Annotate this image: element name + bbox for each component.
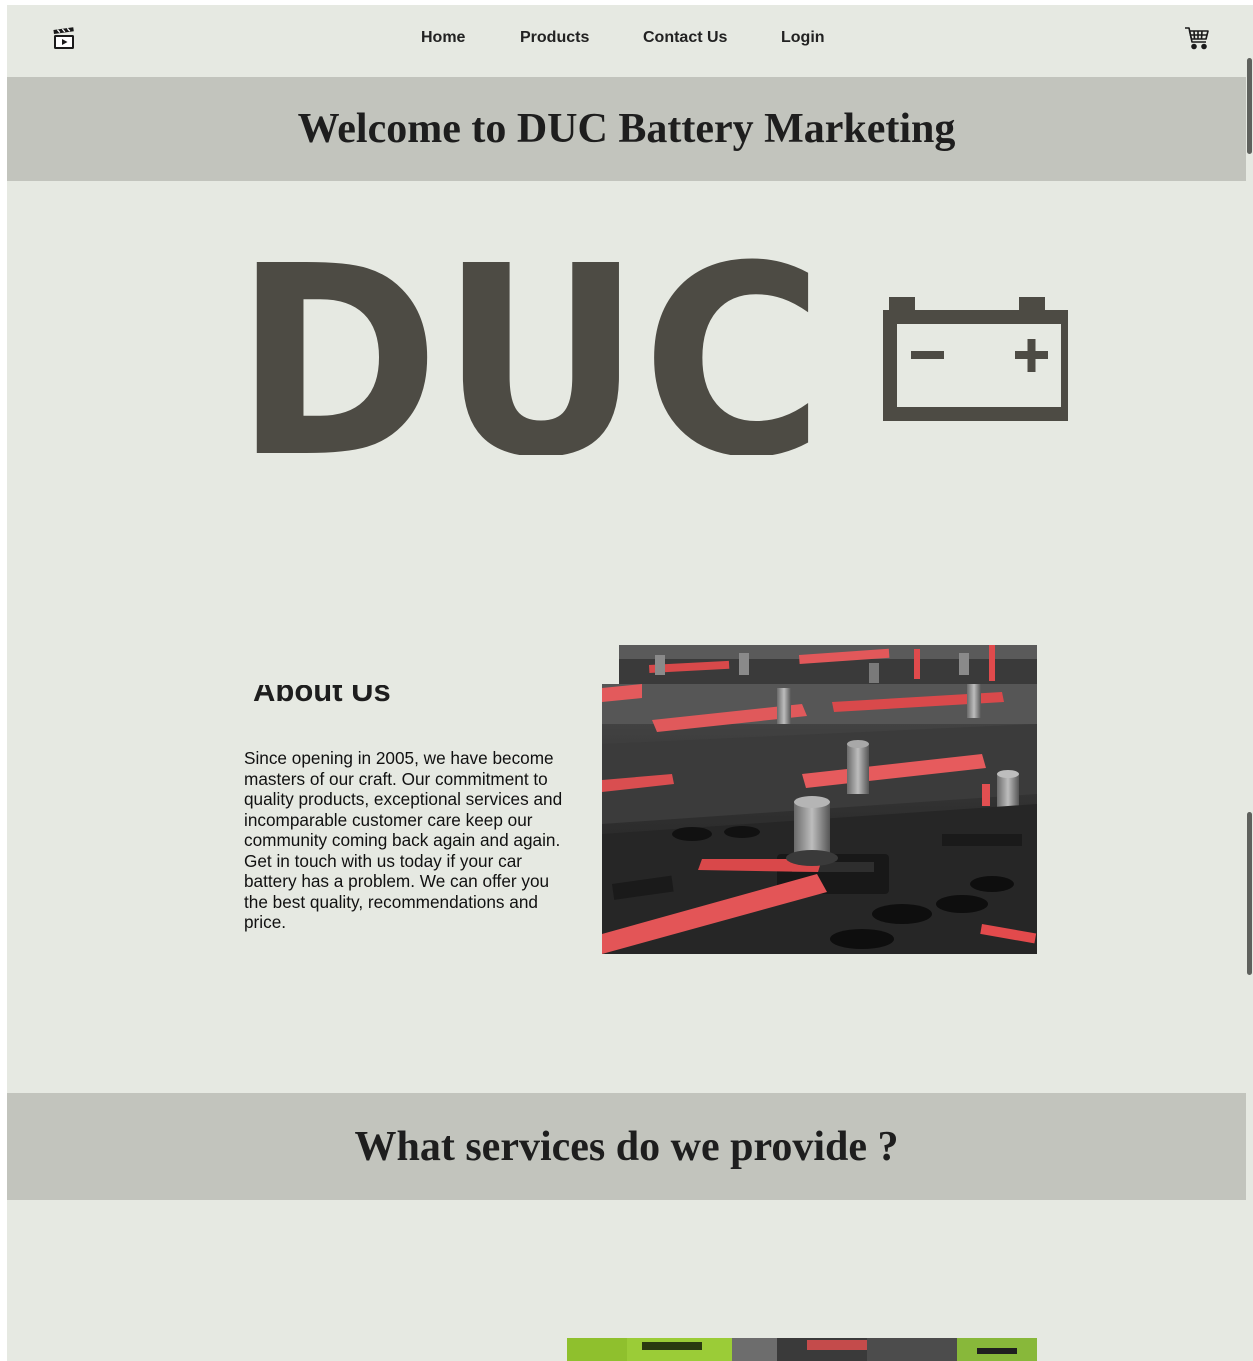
scrollbar-track[interactable]	[1246, 5, 1253, 1361]
scrollbar-thumb-secondary[interactable]	[1247, 812, 1252, 975]
battery-photo-background	[619, 645, 1037, 689]
battery-photo	[602, 684, 1037, 954]
welcome-banner: Welcome to DUC Battery Marketing	[7, 77, 1246, 181]
services-banner: What services do we provide ?	[7, 1093, 1246, 1200]
battery-shelf-photo	[567, 1338, 1037, 1361]
nav-contact-link[interactable]: Contact Us	[643, 29, 727, 47]
battery-icon	[883, 297, 1068, 421]
page: Home Products Contact Us Login Welcome t…	[7, 5, 1246, 1361]
shopping-cart-icon[interactable]	[1183, 24, 1211, 52]
about-text: Since opening in 2005, we have become ma…	[244, 748, 563, 932]
nav-products-link[interactable]: Products	[520, 29, 589, 47]
navbar: Home Products Contact Us Login	[7, 5, 1246, 77]
scrollbar-thumb[interactable]	[1247, 58, 1252, 154]
services-title: What services do we provide ?	[354, 1123, 899, 1170]
film-clapper-icon[interactable]	[52, 27, 76, 51]
duc-logo-text: DUC	[242, 255, 824, 455]
nav-login-link[interactable]: Login	[781, 29, 825, 47]
duc-logo: DUC	[242, 255, 1068, 455]
welcome-title: Welcome to DUC Battery Marketing	[297, 106, 956, 152]
about-heading: About Us	[251, 667, 601, 707]
nav-home-link[interactable]: Home	[421, 29, 465, 47]
about-heading-overlap	[251, 667, 601, 685]
